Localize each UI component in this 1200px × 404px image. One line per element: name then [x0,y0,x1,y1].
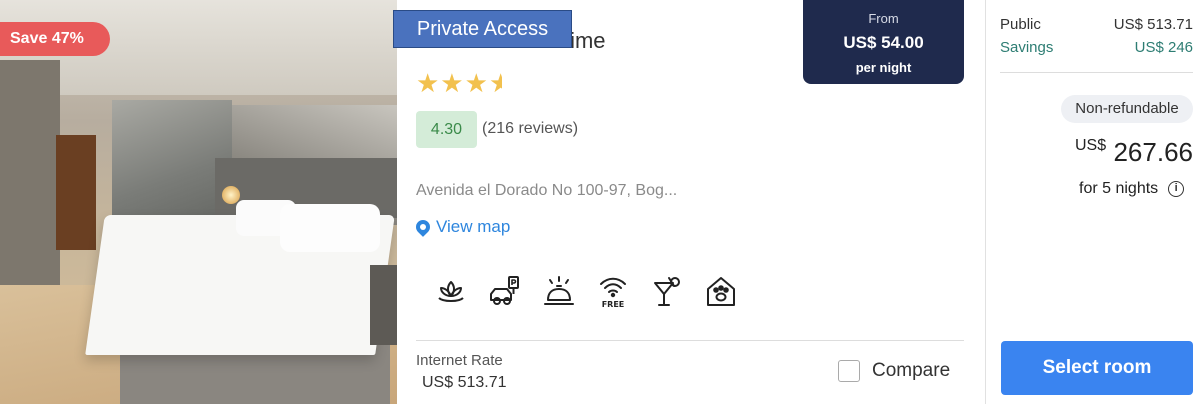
nights-label: for 5 nights [1079,180,1159,197]
free-wifi-icon[interactable]: FREE [595,272,631,312]
private-access-label: Private Access [393,10,572,48]
info-icon[interactable]: i [1168,181,1185,197]
pet-friendly-icon[interactable] [703,272,739,312]
refund-policy-badge: Non-refundable [1061,95,1193,123]
star-icons: ★★★ [416,68,489,98]
view-map-link[interactable]: View map [413,217,511,237]
hotel-room-photo[interactable]: Save 47% [0,0,397,404]
photo-wall [0,60,60,300]
reception-bell-icon[interactable] [541,272,577,312]
pricing-divider [1000,72,1193,73]
savings-value: US$ 246 [1134,39,1193,56]
total-price: 267.66 [1113,137,1193,167]
compare-checkbox[interactable] [838,360,860,382]
savings-label: Savings [1000,39,1054,56]
public-price-label: Public [1000,16,1041,33]
save-percent-badge: Save 47% [0,22,110,56]
compare-toggle[interactable]: Compare [838,360,950,382]
view-map-label: View map [436,217,511,236]
map-pin-icon [413,217,433,237]
photo-pillow [280,204,380,252]
from-price: US$ 54.00 [843,33,924,52]
public-price-value: US$ 513.71 [1113,16,1193,33]
review-count[interactable]: (216 reviews) [482,120,578,138]
svg-text:FREE: FREE [602,300,625,309]
from-label: From [868,11,899,26]
listing-divider [416,340,964,341]
from-price-unit: per night [855,60,912,75]
hotel-listing-card: Save 47% Private Access Hotel Habitel Pr… [0,0,1200,404]
photo-side-table [370,265,397,345]
photo-door [56,135,96,250]
hotel-address: Avenida el Dorado No 100-97, Bog... [416,182,678,199]
amenities-list: FREE [433,272,739,312]
column-divider [985,0,986,404]
internet-rate-label: Internet Rate [416,352,503,369]
review-score-badge: 4.30 [416,111,477,148]
photo-lamp [222,186,240,204]
parking-icon[interactable] [487,272,523,312]
stay-length: for 5 nights i [1079,180,1185,198]
compare-label: Compare [872,360,951,381]
star-rating: ★★★★ [416,68,502,99]
bar-cocktail-icon[interactable] [649,272,685,312]
select-room-button[interactable]: Select room [1001,341,1193,395]
from-price-box: From US$ 54.00 per night [803,0,964,84]
spa-icon[interactable] [433,272,469,312]
internet-rate-value: US$ 513.71 [422,374,507,391]
half-star-icon: ★ [488,68,502,98]
